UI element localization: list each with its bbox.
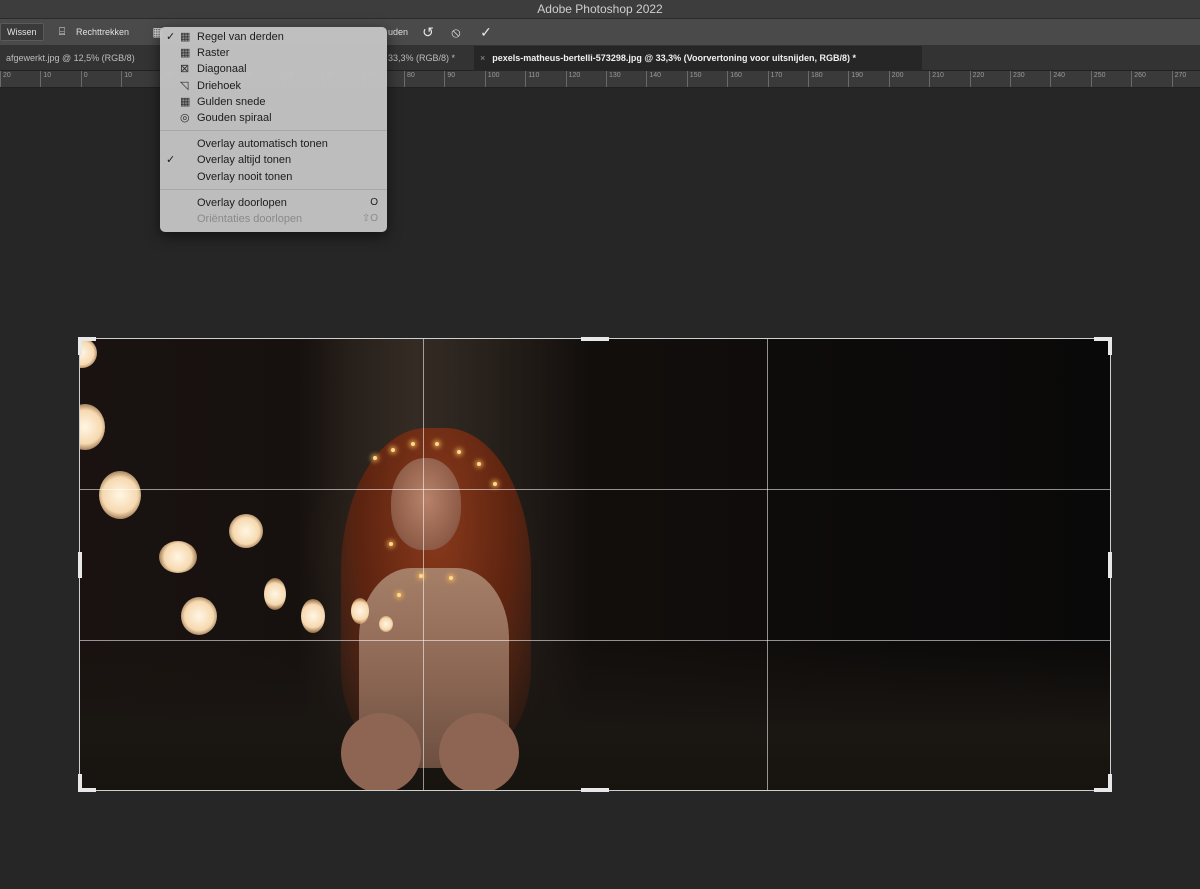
straighten-icon[interactable]: ⌸ <box>52 22 72 42</box>
cancel-icon[interactable]: ⦸ <box>446 22 466 42</box>
close-icon[interactable]: × <box>480 53 485 63</box>
tab-pexels[interactable]: × pexels-matheus-bertelli-573298.jpg @ 33… <box>474 46 922 71</box>
crop-handle-right[interactable] <box>1108 552 1112 578</box>
menu-item-label: Oriëntaties doorlopen <box>197 212 303 225</box>
ruler-tick: 180 <box>808 71 823 87</box>
rechttrekken-button[interactable]: Rechttrekken <box>76 24 129 40</box>
menu-item-label: Gouden spiraal <box>197 111 272 124</box>
shortcut-label: ⇧O <box>361 212 378 224</box>
ruler-tick: 200 <box>888 71 903 87</box>
ruler-tick: 0 <box>80 71 88 87</box>
menu-item-label: Diagonaal <box>197 63 247 76</box>
menu-item-overlay-nooit-tonen[interactable]: Overlay nooit tonen <box>160 169 387 185</box>
tab-label: 33,3% (RGB/8) * <box>388 53 456 63</box>
ruler-tick: 130 <box>606 71 621 87</box>
ruler-tick: 250 <box>1090 71 1105 87</box>
crop-handle-bottom-right[interactable] <box>1108 774 1112 792</box>
ruler-tick: 80 <box>404 71 415 87</box>
crop-handle-top-right[interactable] <box>1108 337 1112 355</box>
tab-label: pexels-matheus-bertelli-573298.jpg @ 33,… <box>492 53 856 63</box>
menu-item-label: Overlay doorlopen <box>197 196 287 209</box>
menu-item-label: Gulden snede <box>197 95 266 108</box>
ruler-tick: 240 <box>1050 71 1065 87</box>
menu-item-regel-van-derden[interactable]: ✓ ▦ Regel van derden <box>160 29 387 45</box>
crop-handle-bottom[interactable] <box>581 788 609 792</box>
golden-ratio-icon: ▦ <box>180 95 191 108</box>
menu-item-label: Driehoek <box>197 79 242 92</box>
overlay-options-menu: ✓ ▦ Regel van derden ▦ Raster ⊠ Diagonaal ◹ D… <box>160 27 387 232</box>
ruler-tick: 150 <box>686 71 701 87</box>
rotate-reset-icon[interactable]: ↺ <box>418 22 438 42</box>
ruler-tick: 260 <box>1131 71 1146 87</box>
ruler-tick: 210 <box>929 71 944 87</box>
checkmark-icon: ✓ <box>166 154 176 167</box>
menu-item-diagonaal[interactable]: ⊠ Diagonaal <box>160 61 387 77</box>
triangle-icon: ◹ <box>180 79 189 92</box>
crop-handle-top[interactable] <box>581 337 609 341</box>
ruler-tick: 120 <box>565 71 580 87</box>
grid-icon: ▦ <box>180 47 191 60</box>
wissen-button[interactable]: Wissen <box>0 23 44 41</box>
menu-item-label: Overlay altijd tonen <box>197 154 292 167</box>
menu-item-gulden-snede[interactable]: ▦ Gulden snede <box>160 94 387 110</box>
ruler-tick: 160 <box>727 71 742 87</box>
ruler-tick: 90 <box>444 71 455 87</box>
menu-separator <box>160 130 387 132</box>
menu-item-overlay-doorlopen[interactable]: Overlay doorlopen O <box>160 195 387 211</box>
tab-afgewerkt[interactable]: afgewerkt.jpg @ 12,5% (RGB/8) <box>0 46 160 71</box>
tab-label: afgewerkt.jpg @ 12,5% (RGB/8) <box>6 53 135 63</box>
ruler-tick: 20 <box>0 71 11 87</box>
ruler-tick: 100 <box>484 71 499 87</box>
crop-frame[interactable] <box>79 338 1111 791</box>
ruler-tick: 270 <box>1171 71 1186 87</box>
delete-cropped-pixels-label[interactable]: uden <box>388 24 408 40</box>
ruler-tick: 220 <box>969 71 984 87</box>
menu-item-gouden-spiraal[interactable]: ◎ Gouden spiraal <box>160 110 387 126</box>
checkmark-icon: ✓ <box>166 31 176 43</box>
crop-handle-top-left[interactable] <box>78 337 82 355</box>
diagonal-icon: ⊠ <box>180 63 190 76</box>
menu-item-label: Raster <box>197 47 230 60</box>
rule-of-thirds-icon: ▦ <box>180 31 191 43</box>
menu-item-orientaties-doorlopen: Oriëntaties doorlopen ⇧O <box>160 211 387 227</box>
menu-item-label: Regel van derden <box>197 31 284 43</box>
tab-second[interactable]: 33,3% (RGB/8) * <box>382 46 474 71</box>
ruler-tick: 170 <box>767 71 782 87</box>
checkmark-icon[interactable]: ✓ <box>476 22 496 42</box>
crop-handle-bottom-left[interactable] <box>78 774 82 792</box>
menu-item-label: Overlay nooit tonen <box>197 170 293 183</box>
menu-item-overlay-altijd-tonen[interactable]: ✓ Overlay altijd tonen <box>160 152 387 168</box>
menu-item-label: Overlay automatisch tonen <box>197 138 328 151</box>
ruler-tick: 190 <box>848 71 863 87</box>
ruler-tick: 230 <box>1010 71 1025 87</box>
ruler-tick: 10 <box>121 71 132 87</box>
shortcut-label: O <box>370 196 378 208</box>
crop-handle-left[interactable] <box>78 552 82 578</box>
window-title: Adobe Photoshop 2022 <box>0 0 1200 19</box>
menu-separator <box>160 188 387 190</box>
ruler-tick: 10 <box>40 71 51 87</box>
ruler-tick: 110 <box>525 71 539 87</box>
golden-spiral-icon: ◎ <box>180 111 190 124</box>
menu-item-driehoek[interactable]: ◹ Driehoek <box>160 78 387 94</box>
ruler-tick: 140 <box>646 71 661 87</box>
menu-item-overlay-automatisch-tonen[interactable]: Overlay automatisch tonen <box>160 136 387 152</box>
menu-item-raster[interactable]: ▦ Raster <box>160 45 387 61</box>
